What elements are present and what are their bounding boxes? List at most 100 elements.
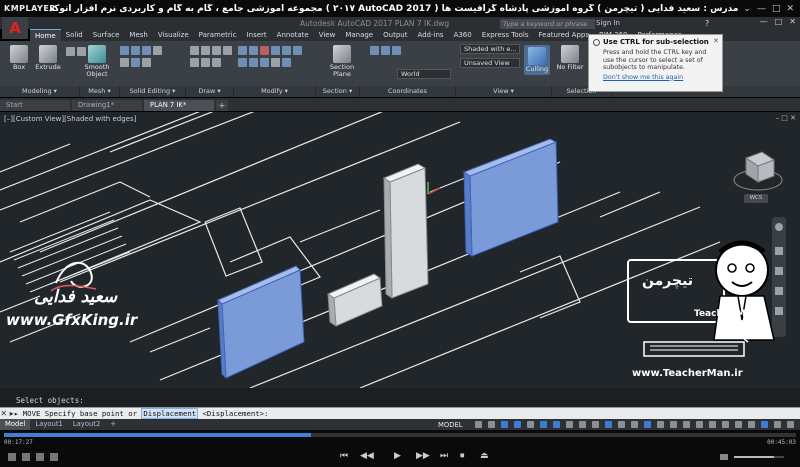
scale-icon[interactable] [249, 58, 258, 67]
wcs-menu[interactable]: WCS [744, 194, 768, 203]
player-minimize-icon[interactable]: — [757, 4, 766, 14]
isodraft-icon[interactable] [527, 421, 534, 428]
ortho-icon[interactable] [501, 421, 508, 428]
group-draw[interactable]: Draw ▾ [186, 86, 234, 97]
tooltip-close-icon[interactable]: ✕ [713, 37, 719, 45]
viewport-controls-label[interactable]: [–][Custom View][Shaded with edges] [4, 115, 136, 123]
polar-icon[interactable] [514, 421, 521, 428]
hardware-acceleration-icon[interactable] [761, 421, 768, 428]
slice-icon[interactable] [120, 58, 129, 67]
region-icon[interactable] [212, 58, 221, 67]
doc-tab-start[interactable]: Start [0, 100, 70, 111]
explode-icon[interactable] [282, 58, 291, 67]
play-icon[interactable]: ▶ [394, 451, 401, 461]
line-icon[interactable] [190, 46, 199, 55]
stop-icon[interactable]: ⏹ [460, 451, 465, 461]
move-gizmo[interactable] [427, 182, 441, 195]
array-icon[interactable] [260, 58, 269, 67]
new-layout-button[interactable]: + [105, 419, 121, 430]
tab-express-tools[interactable]: Express Tools [477, 29, 534, 41]
selection-filter-icon[interactable] [631, 421, 638, 428]
command-line-close-icon[interactable]: ✕ ▸ [0, 409, 14, 418]
visual-style-dropdown[interactable]: Shaded with e... [460, 44, 520, 54]
object-snap-tracking-icon[interactable] [540, 421, 547, 428]
tab-insert[interactable]: Insert [242, 29, 272, 41]
new-document-tab-button[interactable]: + [216, 100, 228, 111]
section-plane-button[interactable]: Section Plane [326, 45, 358, 78]
autocad-application-button[interactable]: A [2, 17, 28, 39]
tab-mesh[interactable]: Mesh [124, 29, 152, 41]
tab-a360[interactable]: A360 [449, 29, 477, 41]
displacement-option[interactable]: Displacement [141, 408, 199, 419]
tab-home[interactable]: Home [30, 29, 61, 41]
circle-icon[interactable] [212, 46, 221, 55]
tab-output[interactable]: Output [378, 29, 412, 41]
player-menu-icon[interactable]: ⌄ [743, 4, 751, 14]
lineweight-icon[interactable] [566, 421, 573, 428]
mirror-icon[interactable] [282, 46, 291, 55]
selection-cycling-icon[interactable] [592, 421, 599, 428]
tab-surface[interactable]: Surface [88, 29, 125, 41]
workspace-switching-icon[interactable] [683, 421, 690, 428]
trim-icon[interactable] [260, 46, 269, 55]
dont-show-again-link[interactable]: Don't show me this again [593, 74, 718, 81]
units-icon[interactable] [709, 421, 716, 428]
fillet-edge-icon[interactable] [153, 46, 162, 55]
move-icon[interactable] [238, 46, 247, 55]
culling-button[interactable]: Culling [524, 45, 550, 75]
model-space-toggle[interactable]: MODEL [438, 421, 463, 429]
hatch-icon[interactable] [201, 58, 210, 67]
arc-icon[interactable] [223, 46, 232, 55]
tab-solid[interactable]: Solid [61, 29, 88, 41]
extract-edges-icon[interactable] [142, 58, 151, 67]
grid-icon[interactable] [475, 421, 482, 428]
erase-icon[interactable] [271, 58, 280, 67]
ucs-origin-icon[interactable] [381, 46, 390, 55]
layout-tab-model[interactable]: Model [0, 419, 31, 430]
rotate-icon[interactable] [249, 46, 258, 55]
no-filter-button[interactable]: No Filter [556, 45, 584, 71]
named-view-dropdown[interactable]: Unsaved View [460, 58, 520, 68]
search-input[interactable]: Type a keyword or phrase [500, 19, 595, 29]
help-icon[interactable]: ? [705, 19, 709, 28]
tab-featured-apps[interactable]: Featured Apps [534, 29, 594, 41]
doc-tab-drawing1[interactable]: Drawing1* [72, 100, 142, 111]
ucs-3point-icon[interactable] [392, 46, 401, 55]
group-solid-editing[interactable]: Solid Editing ▾ [120, 86, 186, 97]
volume-slider[interactable] [720, 451, 790, 463]
viewport-window-controls[interactable]: – □ ✕ [776, 114, 796, 122]
doc-tab-plan-7-ik[interactable]: PLAN 7 IK* [144, 100, 214, 111]
fast-forward-icon[interactable]: ▶▶ [416, 451, 430, 461]
gizmo-icon[interactable] [644, 421, 651, 428]
close-icon[interactable]: ✕ [789, 17, 796, 26]
group-section[interactable]: Section ▾ [316, 86, 360, 97]
viewcube[interactable] [728, 142, 788, 202]
snap-icon[interactable] [488, 421, 495, 428]
union-tool-icon[interactable] [120, 46, 129, 55]
annotation-monitor-icon[interactable] [696, 421, 703, 428]
tab-view[interactable]: View [314, 29, 341, 41]
intersect-tool-icon[interactable] [142, 46, 151, 55]
sign-in-button[interactable]: Sign In [596, 19, 620, 27]
smooth-object-button[interactable]: Smooth Object [82, 45, 112, 78]
rectangle-icon[interactable] [190, 58, 199, 67]
isolate-objects-icon[interactable] [748, 421, 755, 428]
polyline-icon[interactable] [201, 46, 210, 55]
rewind-icon[interactable]: ◀◀ [360, 451, 374, 461]
fillet-icon[interactable] [293, 46, 302, 55]
command-line[interactable]: ✕ ▸ ▸ MOVE Specify base point or Displac… [0, 407, 800, 419]
clean-screen-icon[interactable] [774, 421, 781, 428]
extrude-button[interactable]: Extrude [34, 45, 62, 71]
group-view[interactable]: View ▾ [456, 86, 552, 97]
selected-solid-right[interactable] [462, 138, 559, 257]
tab-annotate[interactable]: Annotate [272, 29, 314, 41]
thicken-icon[interactable] [131, 58, 140, 67]
annotation-scale-icon[interactable] [670, 421, 677, 428]
ucs-dropdown[interactable]: World [397, 69, 451, 79]
selected-solid-left[interactable] [217, 265, 305, 380]
drawing-viewport[interactable]: [–][Custom View][Shaded with edges] – □ … [0, 112, 800, 388]
layout-tab-layout1[interactable]: Layout1 [30, 419, 68, 430]
minimize-icon[interactable]: — [760, 17, 768, 26]
layout-tab-layout2[interactable]: Layout2 [67, 419, 106, 430]
solid-low-box[interactable] [326, 273, 383, 327]
